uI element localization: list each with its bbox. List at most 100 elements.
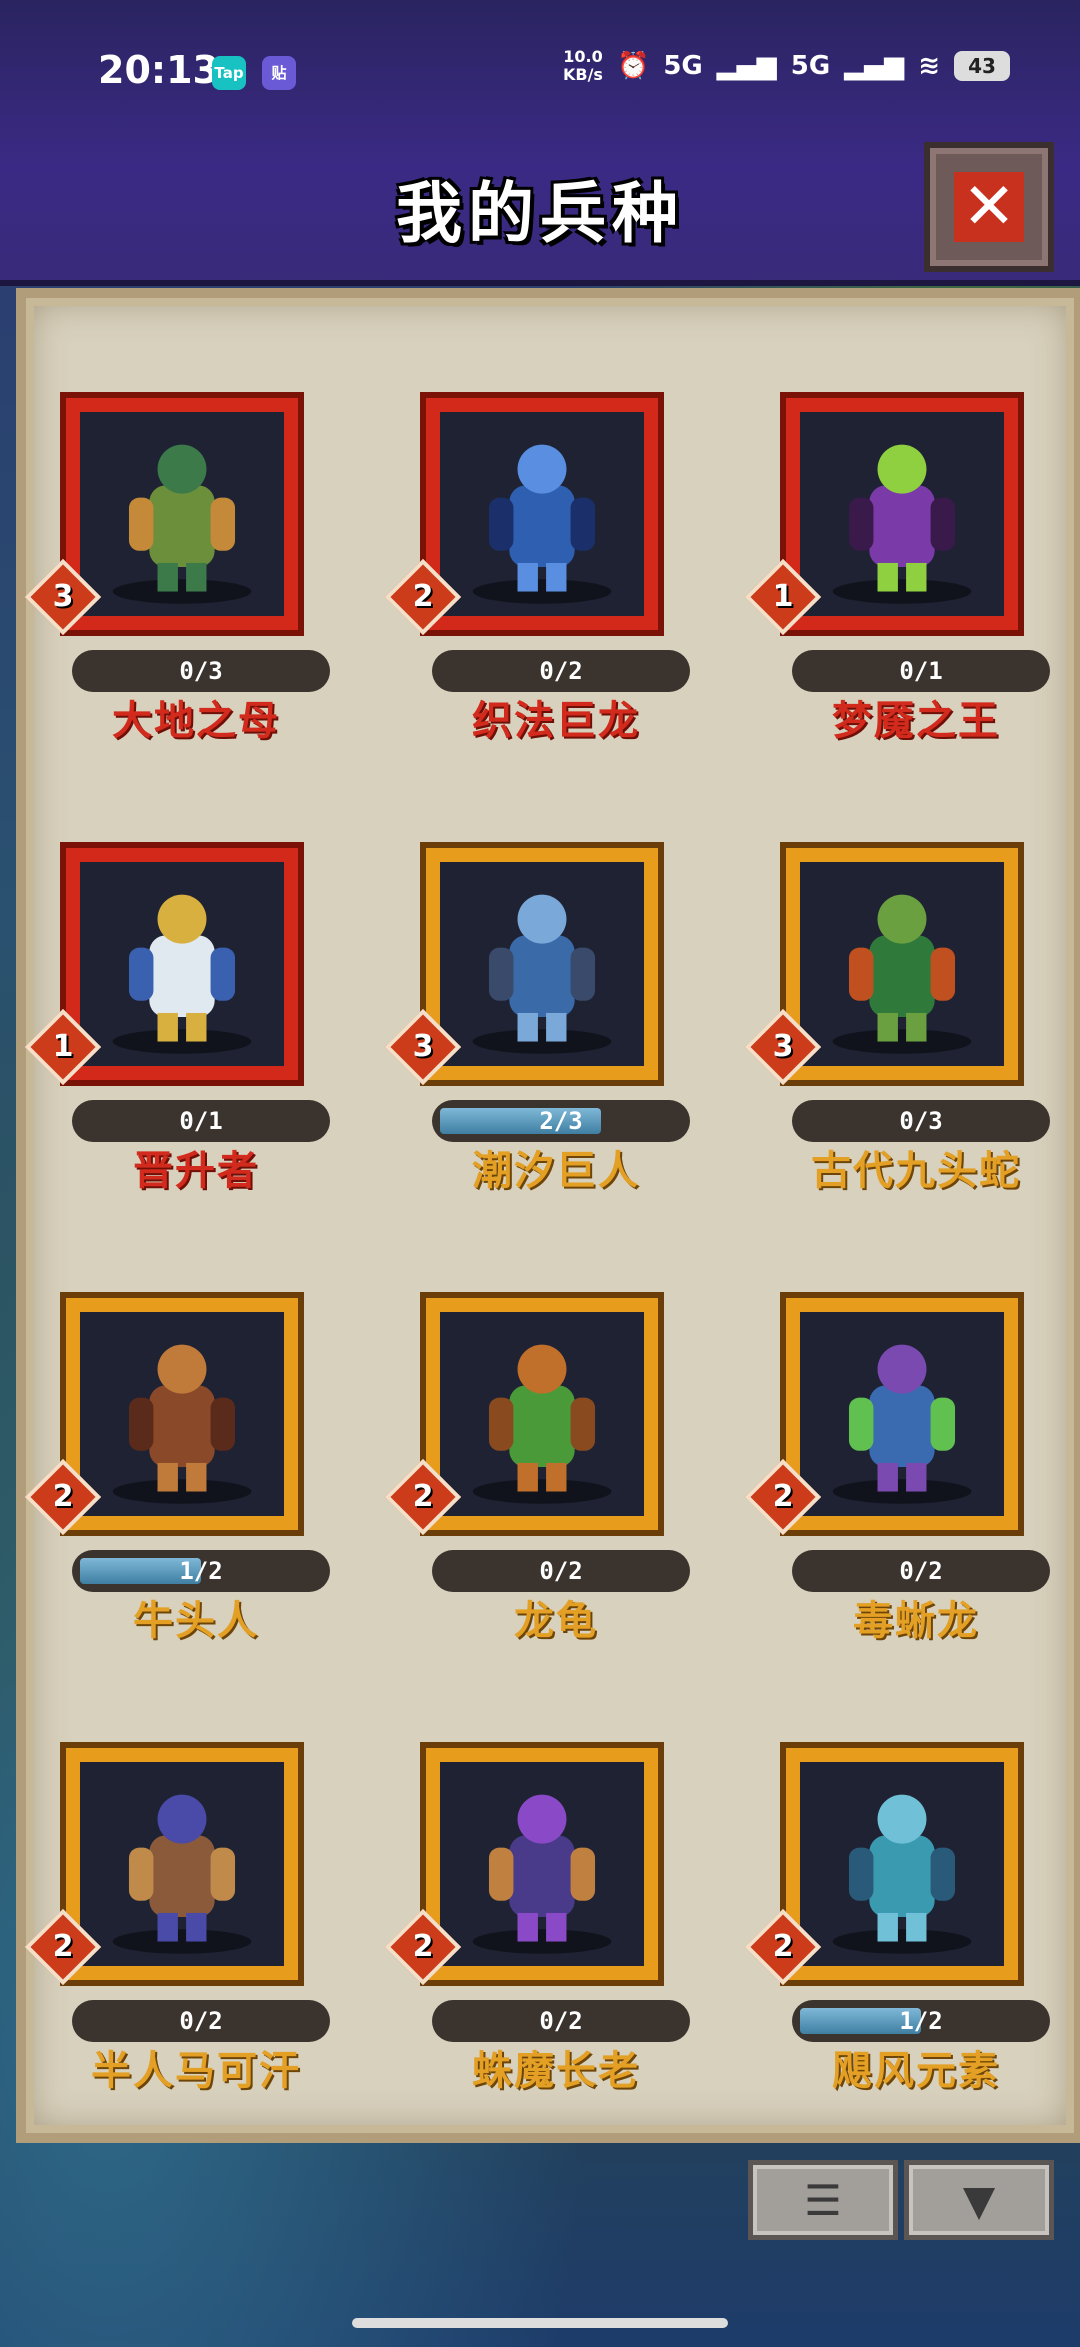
unit-art [800,1312,1004,1516]
tier-badge: 2 [384,558,462,636]
filter-icon: ▼ [962,2175,996,2225]
progress-text: 1/2 [899,2007,943,2035]
signal-bars-icon: ▂▄▆ [716,51,777,81]
unit-name: 晋升者 [133,1148,259,1194]
unit-progress-bar: 0/1 [72,1100,330,1142]
unit-progress-bar: 0/1 [792,650,1050,692]
tier-badge: 2 [24,1908,102,1986]
unit-card[interactable]: 2 0/2 蛛魔长老 [384,1688,690,2094]
unit-portrait [426,848,658,1080]
tier-badge: 1 [24,1008,102,1086]
unit-portrait [66,1748,298,1980]
tier-badge: 2 [24,1458,102,1536]
unit-name: 梦魇之王 [832,698,1000,744]
unit-name: 牛头人 [133,1598,259,1644]
progress-text: 0/2 [539,2007,583,2035]
tier-number: 2 [772,1479,794,1514]
progress-text: 0/3 [899,1107,943,1135]
unit-card[interactable]: 2 1/2 飓风元素 [744,1688,1050,2094]
taptap-app-icon: Tap [212,56,246,90]
unit-progress-bar: 0/2 [432,2000,690,2042]
progress-text: 0/2 [539,657,583,685]
unit-card[interactable]: 2 1/2 牛头人 [24,1238,330,1644]
progress-text: 0/3 [179,657,223,685]
list-view-button[interactable]: ☰ [748,2160,898,2240]
unit-art [80,1312,284,1516]
wifi-icon: ≋ [918,51,940,81]
unit-art [80,862,284,1066]
progress-text: 0/1 [179,1107,223,1135]
tier-number: 1 [772,579,794,614]
unit-art [440,412,644,616]
top-bar: 20:13 Tap 贴 10.0 KB/s ⏰ 5G ▂▄▆ 5G ▂▄▆ ≋ … [0,0,1080,286]
tieba-app-icon: 贴 [262,56,296,90]
unit-panel: 3 0/3 大地之母 2 0/2 织法巨龙 1 0/1 梦魇之王 1 0/1 晋升者 3 2/3 潮汐巨人 3… [16,288,1080,2143]
unit-art [800,1762,1004,1966]
net-speed: 10.0 KB/s [562,47,603,84]
tier-badge: 2 [744,1458,822,1536]
unit-name: 织法巨龙 [472,698,640,744]
unit-card[interactable]: 2 0/2 半人马可汗 [24,1688,330,2094]
unit-card[interactable]: 2 0/2 织法巨龙 [384,338,690,744]
unit-name: 毒蜥龙 [853,1598,979,1644]
close-button[interactable]: ✕ [924,142,1054,272]
unit-card[interactable]: 1 0/1 梦魇之王 [744,338,1050,744]
unit-name: 半人马可汗 [91,2048,301,2094]
unit-card[interactable]: 2 0/2 毒蜥龙 [744,1238,1050,1644]
unit-progress-bar: 0/3 [792,1100,1050,1142]
unit-portrait [786,1748,1018,1980]
progress-text: 0/2 [179,2007,223,2035]
signal-5g-icon-2: 5G [790,51,831,81]
tier-badge: 2 [384,1458,462,1536]
status-icons: 10.0 KB/s ⏰ 5G ▂▄▆ 5G ▂▄▆ ≋ 43 [563,48,1010,84]
unit-portrait [426,398,658,630]
tier-number: 2 [52,1929,74,1964]
filter-button[interactable]: ▼ [904,2160,1054,2240]
progress-text: 0/1 [899,657,943,685]
unit-art [800,412,1004,616]
signal-5g-icon: 5G [663,51,703,81]
unit-art [440,1762,644,1966]
tier-number: 2 [52,1479,74,1514]
unit-art [80,1762,284,1966]
tier-number: 2 [412,1929,434,1964]
progress-text: 1/2 [179,1557,223,1585]
tier-number: 3 [412,1029,434,1064]
tier-badge: 3 [744,1008,822,1086]
unit-card[interactable]: 1 0/1 晋升者 [24,788,330,1194]
unit-portrait [786,398,1018,630]
tier-number: 3 [52,579,74,614]
progress-text: 0/2 [539,1557,583,1585]
home-indicator[interactable] [352,2318,728,2328]
tier-badge: 2 [744,1908,822,1986]
tier-number: 2 [412,579,434,614]
unit-progress-bar: 1/2 [792,2000,1050,2042]
tier-badge: 2 [384,1908,462,1986]
unit-progress-bar: 0/2 [792,1550,1050,1592]
battery-indicator: 43 [954,51,1010,81]
unit-card[interactable]: 3 0/3 大地之母 [24,338,330,744]
unit-name: 飓风元素 [832,2048,1000,2094]
unit-card[interactable]: 2 0/2 龙龟 [384,1238,690,1644]
unit-art [800,862,1004,1066]
tier-badge: 3 [24,558,102,636]
unit-card[interactable]: 3 0/3 古代九头蛇 [744,788,1050,1194]
unit-progress-bar: 1/2 [72,1550,330,1592]
tier-number: 1 [52,1029,74,1064]
tier-number: 3 [772,1029,794,1064]
list-icon: ☰ [804,2175,842,2225]
unit-name: 蛛魔长老 [472,2048,640,2094]
unit-progress-bar: 0/2 [72,2000,330,2042]
unit-portrait [426,1748,658,1980]
unit-progress-bar: 0/3 [72,650,330,692]
unit-name: 古代九头蛇 [811,1148,1021,1194]
unit-portrait [66,848,298,1080]
unit-name: 潮汐巨人 [472,1148,640,1194]
unit-portrait [66,398,298,630]
unit-art [80,412,284,616]
progress-text: 0/2 [899,1557,943,1585]
unit-card[interactable]: 3 2/3 潮汐巨人 [384,788,690,1194]
tier-badge: 3 [384,1008,462,1086]
unit-progress-bar: 0/2 [432,650,690,692]
alarm-icon: ⏰ [616,51,650,81]
